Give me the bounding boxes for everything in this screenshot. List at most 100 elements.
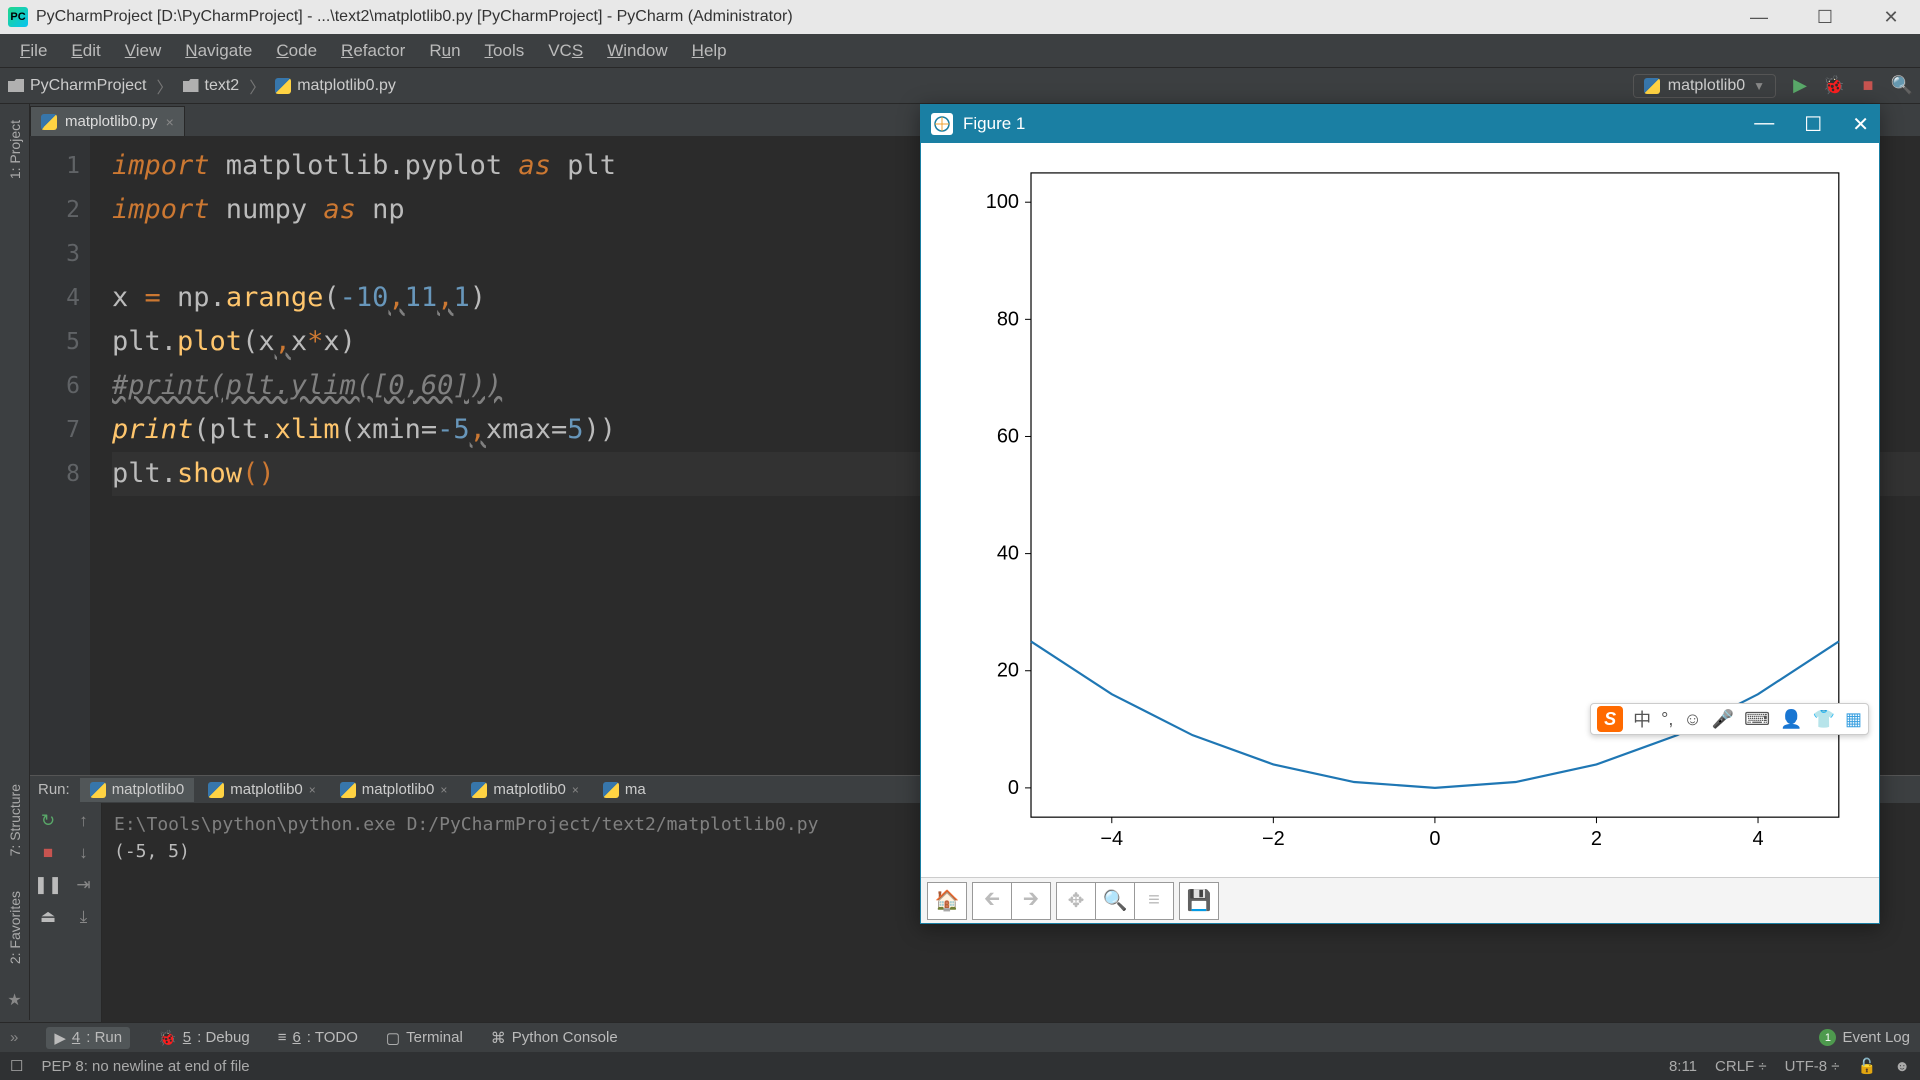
ime-keyboard-button[interactable]: ⌨	[1744, 709, 1770, 730]
tool-tab-todo[interactable]: ≡ 6: TODO	[278, 1029, 358, 1046]
matplotlib-icon	[931, 113, 953, 135]
folder-icon	[183, 79, 199, 92]
ime-voice-button[interactable]: 🎤	[1712, 709, 1734, 730]
menu-view[interactable]: View	[113, 41, 174, 61]
mpl-forward-button[interactable]: 🡲	[1011, 882, 1051, 920]
run-configuration-dropdown[interactable]: matplotlib0 ▼	[1633, 74, 1776, 98]
menu-navigate[interactable]: Navigate	[173, 41, 264, 61]
menu-bar: File Edit View Navigate Code Refactor Ru…	[0, 34, 1920, 68]
scroll-end-button[interactable]: ⤓	[80, 907, 88, 927]
window-maximize-button[interactable]: ☐	[1804, 112, 1822, 137]
ime-punct-button[interactable]: °,	[1661, 709, 1673, 730]
up-button[interactable]: ↑	[79, 811, 88, 831]
run-config-label: matplotlib0	[1668, 77, 1745, 95]
window-minimize-button[interactable]: —	[1754, 112, 1774, 137]
status-message: PEP 8: no newline at end of file	[41, 1058, 249, 1075]
figure-canvas[interactable]: 020406080100−4−2024 S 中 °, ☺ 🎤 ⌨ 👤 👕 ▦	[921, 143, 1879, 877]
breadcrumb-folder-label: text2	[205, 77, 240, 95]
inspection-indicator[interactable]: ☻	[1894, 1058, 1910, 1075]
mpl-configure-button[interactable]: ≡	[1134, 882, 1174, 920]
svg-text:60: 60	[997, 425, 1019, 447]
sogou-icon: S	[1597, 706, 1623, 732]
more-icon[interactable]: »	[10, 1029, 18, 1046]
line-number: 4	[30, 276, 80, 320]
stop-button[interactable]: ■	[1858, 76, 1878, 96]
python-file-icon	[41, 114, 57, 130]
breadcrumb-folder[interactable]: text2	[183, 77, 240, 95]
close-icon[interactable]: ×	[572, 783, 579, 797]
mpl-back-button[interactable]: 🡰	[972, 882, 1012, 920]
run-tab[interactable]: matplotlib0×	[198, 778, 326, 802]
window-close-button[interactable]: ✕	[1870, 7, 1912, 28]
svg-text:−2: −2	[1262, 828, 1285, 850]
svg-text:80: 80	[997, 308, 1019, 330]
menu-refactor[interactable]: Refactor	[329, 41, 417, 61]
line-separator[interactable]: CRLF ÷	[1715, 1058, 1767, 1075]
ime-skin-button[interactable]: 👕	[1813, 709, 1835, 730]
window-close-button[interactable]: ✕	[1852, 112, 1869, 137]
readonly-toggle[interactable]: 🔓	[1858, 1057, 1877, 1075]
close-icon[interactable]: ×	[440, 783, 447, 797]
breadcrumb-file[interactable]: matplotlib0.py	[275, 77, 396, 95]
exit-button[interactable]: ⏏	[40, 907, 56, 927]
chevron-down-icon: ▼	[1753, 79, 1765, 93]
tool-tab-run[interactable]: ▶ 4: 4: RunRun	[46, 1027, 130, 1049]
breadcrumb-separator: 〉	[249, 74, 265, 98]
run-toolbar-nav: ↑ ↓ ⇥ ⤓	[66, 803, 102, 1022]
file-encoding[interactable]: UTF-8 ÷	[1785, 1058, 1840, 1075]
menu-file[interactable]: File	[8, 41, 59, 61]
ime-toolbar[interactable]: S 中 °, ☺ 🎤 ⌨ 👤 👕 ▦	[1590, 703, 1869, 735]
menu-help[interactable]: Help	[680, 41, 739, 61]
mpl-pan-button[interactable]: ✥	[1056, 882, 1096, 920]
window-minimize-button[interactable]: —	[1738, 7, 1780, 28]
event-log-button[interactable]: 1 Event Log	[1819, 1029, 1910, 1046]
cursor-position[interactable]: 8:11	[1669, 1058, 1697, 1075]
tool-tab-structure[interactable]: 7: Structure	[5, 776, 25, 864]
menu-tools[interactable]: Tools	[473, 41, 537, 61]
run-tab[interactable]: matplotlib0×	[461, 778, 589, 802]
tool-tab-debug[interactable]: 🐞 5: Debug	[158, 1029, 250, 1047]
pause-button[interactable]: ❚❚	[34, 875, 63, 895]
mpl-zoom-button[interactable]: 🔍	[1095, 882, 1135, 920]
status-bar: ☐ PEP 8: no newline at end of file 8:11 …	[0, 1052, 1920, 1080]
menu-window[interactable]: Window	[595, 41, 679, 61]
soft-wrap-button[interactable]: ⇥	[76, 875, 90, 895]
mpl-home-button[interactable]: 🏠	[927, 882, 967, 920]
run-tab[interactable]: matplotlib0×	[330, 778, 458, 802]
run-tab[interactable]: ma	[593, 778, 656, 802]
mpl-save-button[interactable]: 💾	[1179, 882, 1219, 920]
window-maximize-button[interactable]: ☐	[1804, 7, 1846, 28]
ime-toolbox-button[interactable]: ▦	[1845, 709, 1862, 730]
python-file-icon	[603, 782, 619, 798]
breadcrumb-project-label: PyCharmProject	[30, 77, 146, 95]
bottom-tool-tabs: » ▶ 4: 4: RunRun 🐞 5: Debug ≡ 6: TODO ▢ …	[0, 1022, 1920, 1052]
menu-vcs[interactable]: VCS	[536, 41, 595, 61]
down-button[interactable]: ↓	[79, 843, 88, 863]
stop-button[interactable]: ■	[43, 843, 53, 863]
run-button[interactable]: ▶	[1790, 76, 1810, 96]
editor-tab[interactable]: matplotlib0.py ×	[30, 106, 185, 136]
debug-button[interactable]: 🐞	[1824, 76, 1844, 96]
search-everywhere-button[interactable]: 🔍	[1892, 76, 1912, 96]
ime-lang-button[interactable]: 中	[1633, 706, 1651, 732]
run-tab[interactable]: matplotlib0	[80, 778, 195, 802]
breadcrumb-project[interactable]: PyCharmProject	[8, 77, 146, 95]
figure-titlebar[interactable]: Figure 1 — ☐ ✕	[921, 105, 1879, 143]
close-icon[interactable]: ×	[166, 114, 174, 130]
tool-tab-project[interactable]: 1: Project	[5, 112, 25, 187]
line-number: 1	[30, 144, 80, 188]
menu-run[interactable]: Run	[417, 41, 472, 61]
python-file-icon	[471, 782, 487, 798]
menu-code[interactable]: Code	[264, 41, 329, 61]
ime-user-button[interactable]: 👤	[1780, 709, 1802, 730]
menu-edit[interactable]: Edit	[59, 41, 112, 61]
line-number: 5	[30, 320, 80, 364]
tool-tab-terminal[interactable]: ▢ Terminal	[386, 1029, 463, 1047]
ime-emoji-button[interactable]: ☺	[1683, 709, 1701, 730]
tool-tab-favorites[interactable]: 2: Favorites	[5, 883, 25, 972]
tool-tab-python-console[interactable]: ⌘ Python Console	[491, 1029, 618, 1047]
rerun-button[interactable]: ↻	[41, 811, 55, 831]
window-titlebar: PC PyCharmProject [D:\PyCharmProject] - …	[0, 0, 1920, 34]
svg-text:4: 4	[1752, 828, 1763, 850]
close-icon[interactable]: ×	[309, 783, 316, 797]
